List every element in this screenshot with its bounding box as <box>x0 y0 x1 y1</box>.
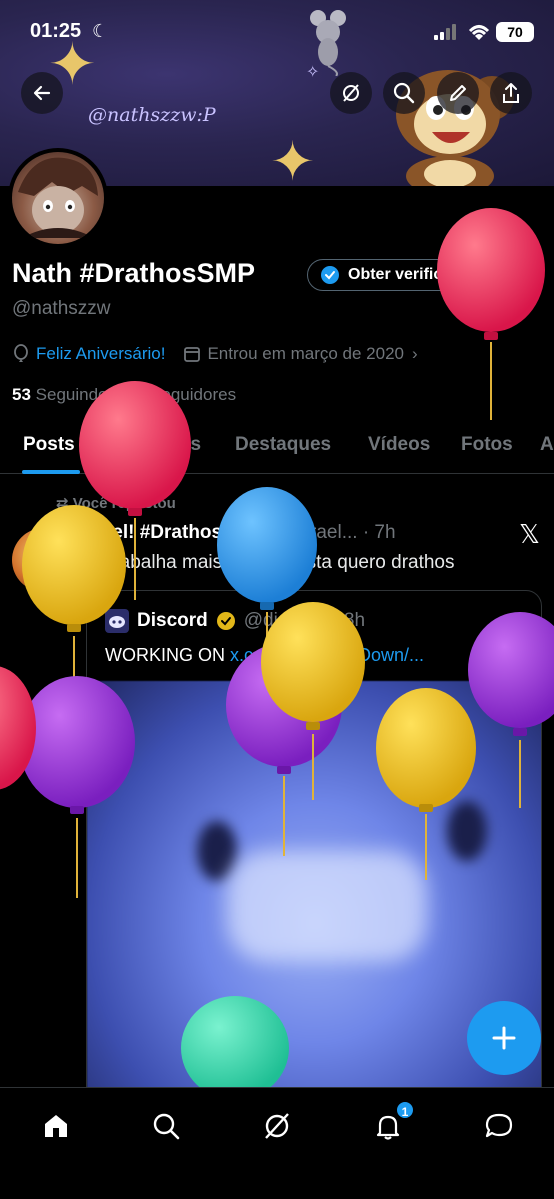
calendar-icon <box>184 347 201 362</box>
tab-replies[interactable]: Respostas <box>105 434 201 456</box>
joined-date: Entrou em março de 2020 <box>207 344 404 363</box>
active-tab-indicator <box>22 470 80 474</box>
quote-link[interactable]: x.com/IsDiscordDown/... <box>230 645 424 665</box>
repost-indicator: ⇄ Você repostou <box>56 494 176 512</box>
post-header: Rael! #DrathosSMP @Azrael... · 7h <box>88 522 396 544</box>
search-icon <box>393 82 415 104</box>
pencil-icon <box>450 85 466 101</box>
profile-avatar[interactable] <box>8 148 108 248</box>
nav-messages[interactable] <box>479 1106 519 1146</box>
compose-post-button[interactable] <box>467 1001 541 1075</box>
wifi-icon <box>468 25 490 40</box>
post-text: oi trabalha mais rapido bosta quero drat… <box>88 552 455 573</box>
verified-badge-icon <box>321 266 339 284</box>
repost-icon: ⇄ <box>56 495 73 512</box>
tab-videos[interactable]: Vídeos <box>368 434 430 456</box>
nav-home[interactable] <box>36 1106 76 1146</box>
back-button[interactable] <box>21 72 63 114</box>
share-icon <box>503 83 519 103</box>
quote-author-handle: @discord <box>243 610 325 631</box>
gold-verified-icon <box>216 612 235 630</box>
grok-button[interactable] <box>330 72 372 114</box>
get-verified-label: Obter verificação <box>348 266 479 283</box>
x-logo-icon: 𝕏 <box>519 520 540 550</box>
cellular-signal-icon <box>434 24 456 40</box>
quote-header: Discord @discord · 8h <box>105 609 365 633</box>
tab-more[interactable]: A <box>540 434 554 456</box>
profile-handle: @nathszzw <box>12 298 111 319</box>
following-label: Seguindo <box>35 385 108 404</box>
arrow-left-icon <box>33 85 51 101</box>
followers-link[interactable]: 50 Seguidores <box>126 385 236 404</box>
quote-author-name: Discord <box>137 610 208 631</box>
follow-stats: 53 Seguindo 50 Seguidores <box>12 385 236 405</box>
following-count: 53 <box>12 385 31 404</box>
profile-tabs: Posts Respostas Destaques Vídeos Fotos A <box>0 420 554 474</box>
tab-photos[interactable]: Fotos <box>461 434 513 456</box>
tab-posts[interactable]: Posts <box>23 434 75 456</box>
get-verified-button[interactable]: Obter verificação <box>307 259 494 291</box>
status-time: 01:25 <box>30 20 82 42</box>
discord-avatar <box>105 609 129 633</box>
moon-icon: ☾ <box>92 21 109 41</box>
nav-grok[interactable] <box>257 1106 297 1146</box>
post-author-handle[interactable]: @Azrael... <box>269 522 358 543</box>
balloon-red <box>437 208 545 420</box>
share-button[interactable] <box>490 72 532 114</box>
plus-icon <box>492 1026 516 1050</box>
post-time: · 7h <box>362 522 396 543</box>
edit-button[interactable] <box>437 72 479 114</box>
quote-text-prefix: WORKING ON <box>105 645 230 665</box>
birthday-text: Feliz Aniversário! <box>36 344 166 363</box>
chevron-right-icon[interactable]: › <box>412 344 418 364</box>
balloon-icon <box>14 344 28 362</box>
chat-bubble-icon <box>485 1113 513 1138</box>
notifications-badge: 1 <box>395 1100 415 1120</box>
balloon-red <box>0 666 36 790</box>
banner-tag-text: @nathszzw:P <box>88 104 216 126</box>
nav-search[interactable] <box>146 1106 186 1146</box>
battery-indicator: 70 <box>496 22 534 42</box>
avatar-illustration <box>18 157 98 238</box>
post-author-avatar[interactable] <box>12 528 76 592</box>
grok-icon <box>343 84 359 102</box>
profile-meta: Feliz Aniversário! Entrou em março de 20… <box>12 344 418 364</box>
followers-label: Seguidores <box>150 385 237 404</box>
status-bar: 01:25 ☾ 70 <box>0 18 554 48</box>
sparkle-icon: ✦ <box>270 132 316 186</box>
profile-name: Nath #DrathosSMP <box>12 258 256 288</box>
following-link[interactable]: 53 Seguindo <box>12 385 108 404</box>
post-author-name[interactable]: Rael! #DrathosSMP <box>88 522 263 543</box>
tab-highlights[interactable]: Destaques <box>235 434 331 456</box>
search-icon <box>153 1113 180 1140</box>
quote-time: · 8h <box>332 610 366 631</box>
repost-label: Você repostou <box>72 495 176 512</box>
bottom-navigation <box>0 1087 554 1199</box>
followers-count: 50 <box>126 385 146 404</box>
home-icon <box>45 1115 67 1137</box>
grok-icon <box>265 1113 289 1139</box>
search-button[interactable] <box>383 72 425 114</box>
quote-text: WORKING ON x.com/IsDiscordDown/... <box>105 645 424 666</box>
